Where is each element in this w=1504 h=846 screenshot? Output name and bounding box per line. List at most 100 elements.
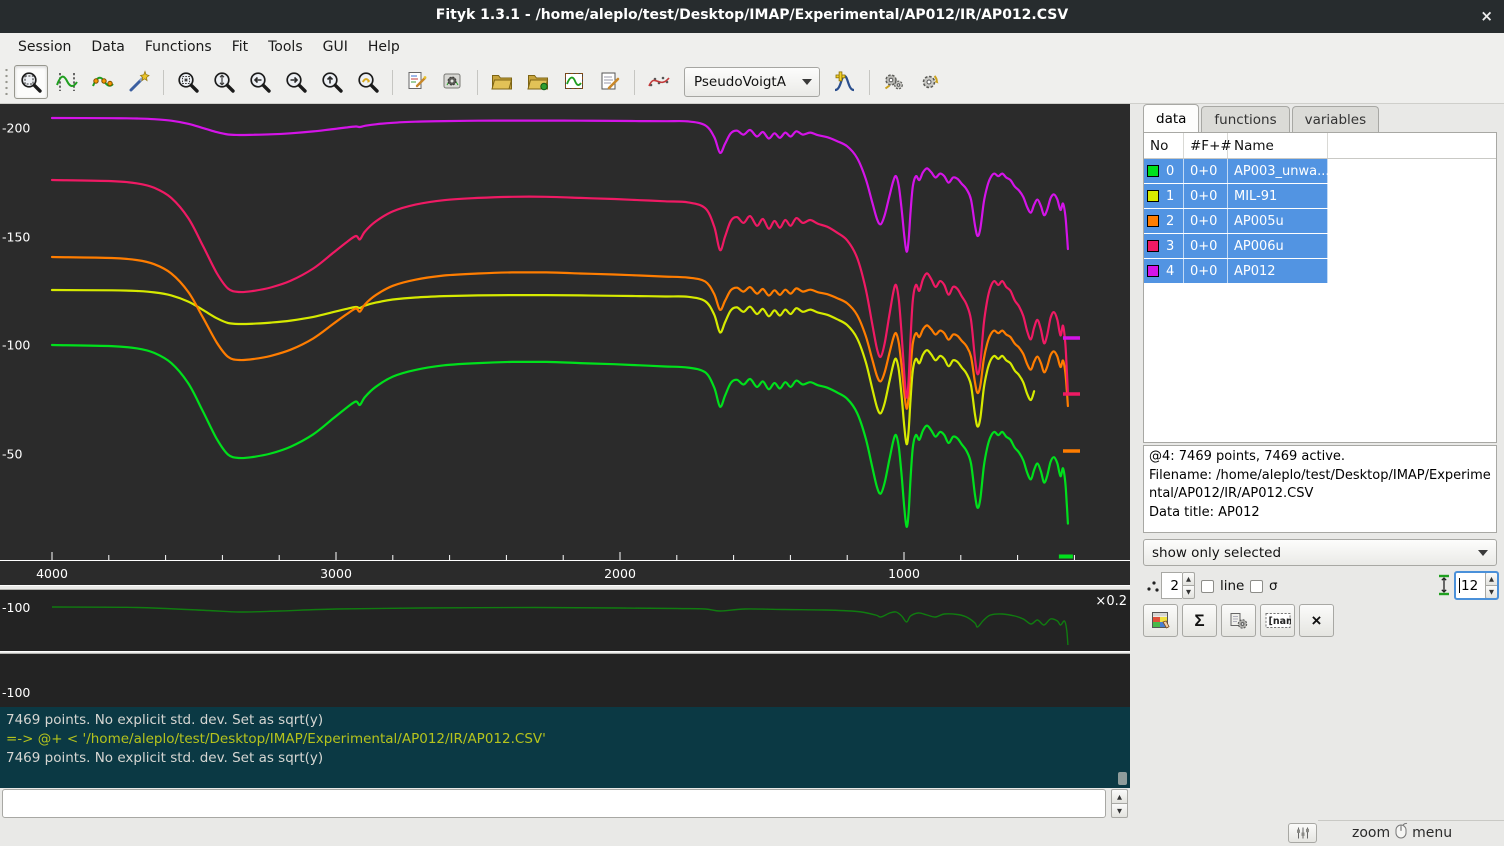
copy-gears-button[interactable] — [1221, 604, 1256, 637]
spin-up-icon[interactable]: ▲ — [1182, 572, 1195, 585]
dataset-f-cell[interactable]: 0+0 — [1184, 234, 1228, 258]
menu-tools[interactable]: Tools — [258, 36, 313, 58]
shift-value[interactable]: 12 — [1455, 572, 1485, 599]
delete-button[interactable]: × — [1299, 604, 1334, 637]
dataset-name-cell[interactable]: AP006u — [1228, 234, 1328, 258]
sigma-checkbox[interactable] — [1250, 580, 1263, 593]
aux-plot-2[interactable]: -100 — [0, 654, 1130, 707]
fit-run-button[interactable] — [877, 65, 911, 99]
panel-splitter[interactable] — [1130, 104, 1136, 846]
table-row[interactable]: 20+0AP005u — [1144, 209, 1496, 233]
table-row[interactable]: 00+0AP003_unwa... — [1144, 159, 1496, 183]
data-table[interactable]: No#F+#Name 00+0AP003_unwa...10+0MIL-9120… — [1143, 132, 1497, 443]
data-editor-button[interactable] — [1143, 604, 1178, 637]
dataset-number: 3 — [1166, 239, 1174, 254]
open-exec-button[interactable] — [521, 65, 555, 99]
spin-down-icon[interactable]: ▼ — [1111, 803, 1128, 818]
zoom-up-button[interactable] — [315, 65, 349, 99]
dataset-name-cell[interactable]: AP012 — [1228, 259, 1328, 283]
tab-functions[interactable]: functions — [1201, 106, 1289, 133]
save-session-button[interactable] — [593, 65, 627, 99]
aux-plot-1[interactable]: -100×0.2 — [0, 590, 1130, 651]
dataset-number-cell[interactable]: 3 — [1144, 234, 1184, 258]
zoom-right-button[interactable] — [279, 65, 313, 99]
main-plot[interactable]: 4000300020001000-200-150-100-50 — [0, 104, 1130, 585]
spectrum-curve — [52, 118, 1068, 252]
dataset-name-cell[interactable]: AP005u — [1228, 209, 1328, 233]
zoom-vert-button[interactable] — [207, 65, 241, 99]
table-row[interactable]: 40+0AP012 — [1144, 259, 1496, 283]
dataset-extra-cell — [1328, 259, 1496, 283]
point-size-value[interactable]: 2 — [1161, 572, 1182, 599]
zoom-left-icon — [248, 70, 272, 94]
spin-down-icon[interactable]: ▼ — [1182, 585, 1195, 599]
open-session-button[interactable] — [485, 65, 519, 99]
zoom-mode-button[interactable] — [14, 65, 48, 99]
dataset-f-cell[interactable]: 0+0 — [1184, 184, 1228, 208]
spin-up-icon[interactable]: ▲ — [1111, 789, 1128, 803]
dataset-color-swatch — [1147, 265, 1159, 277]
tab-data[interactable]: data — [1143, 104, 1199, 133]
dataset-name-cell[interactable]: MIL-91 — [1228, 184, 1328, 208]
point-size-spinner[interactable]: 2 ▲ ▼ — [1161, 572, 1195, 599]
tab-variables[interactable]: variables — [1292, 106, 1380, 133]
console-scrollbar-thumb[interactable] — [1118, 772, 1127, 785]
table-row[interactable]: 3 0+0AP006u — [1144, 234, 1496, 258]
output-console[interactable]: 7469 points. No explicit std. dev. Set a… — [0, 707, 1130, 788]
rename-button[interactable]: [nam — [1260, 604, 1295, 637]
dataset-f-cell[interactable]: 0+0 — [1184, 209, 1228, 233]
dataset-number-cell[interactable]: 0 — [1144, 159, 1184, 183]
spin-up-icon[interactable]: ▲ — [1485, 572, 1498, 585]
line-checkbox[interactable] — [1201, 580, 1214, 593]
dataset-number-cell[interactable]: 2 — [1144, 209, 1184, 233]
function-type-combobox[interactable]: PseudoVoigtA — [684, 67, 820, 97]
spin-down-icon[interactable]: ▼ — [1485, 585, 1498, 599]
menu-help[interactable]: Help — [358, 36, 410, 58]
aux-plot-1-canvas[interactable]: -100×0.2 — [0, 590, 1130, 651]
line-checkbox-group[interactable]: line — [1201, 578, 1244, 594]
toolbar-drag-handle[interactable] — [3, 69, 10, 95]
chevron-down-icon — [1478, 550, 1488, 556]
svg-text:3000: 3000 — [320, 566, 352, 581]
titlebar[interactable]: Fityk 1.3.1 - /home/aleplo/test/Desktop/… — [0, 0, 1504, 33]
wand-mode-button[interactable] — [122, 65, 156, 99]
script-run-button[interactable] — [436, 65, 470, 99]
shift-spinner[interactable]: 12 ▲ ▼ — [1455, 572, 1498, 599]
dataset-color-swatch — [1147, 190, 1159, 202]
zoom-all-button[interactable] — [171, 65, 205, 99]
dataset-f-cell[interactable]: 0+0 — [1184, 159, 1228, 183]
menu-gui[interactable]: GUI — [313, 36, 358, 58]
main-plot-canvas[interactable]: 4000300020001000-200-150-100-50 — [0, 104, 1130, 585]
guess-peak-button[interactable] — [642, 65, 676, 99]
aux-plot-2-canvas[interactable]: -100 — [0, 654, 1130, 707]
show-mode-dropdown[interactable]: show only selected — [1143, 539, 1497, 566]
close-icon[interactable]: × — [1480, 7, 1493, 25]
menu-data[interactable]: Data — [81, 36, 134, 58]
add-peak-button[interactable] — [828, 65, 862, 99]
fit-continue-button[interactable] — [913, 65, 947, 99]
column-header-no: No — [1144, 133, 1184, 158]
dataset-number-cell[interactable]: 4 — [1144, 259, 1184, 283]
table-row[interactable]: 10+0MIL-91 — [1144, 184, 1496, 208]
dataset-name-cell[interactable]: AP003_unwa... — [1228, 159, 1328, 183]
statusbar-config-button[interactable] — [1288, 823, 1317, 843]
command-history-spinner[interactable]: ▲ ▼ — [1111, 789, 1128, 818]
menu-session[interactable]: Session — [8, 36, 81, 58]
menu-fit[interactable]: Fit — [222, 36, 258, 58]
range-mode-button[interactable] — [50, 65, 84, 99]
export-image-button[interactable] — [557, 65, 591, 99]
dataset-f-cell[interactable]: 0+0 — [1184, 259, 1228, 283]
script-edit-icon — [405, 70, 429, 94]
dataset-number-cell[interactable]: 1 — [1144, 184, 1184, 208]
dataset-color-swatch — [1147, 165, 1159, 177]
zoom-left-button[interactable] — [243, 65, 277, 99]
open-session-icon — [490, 70, 514, 94]
sigma-checkbox-group[interactable]: σ — [1250, 578, 1278, 594]
script-edit-button[interactable] — [400, 65, 434, 99]
sum-button[interactable]: Σ — [1182, 604, 1217, 637]
zoom-undo-button[interactable] — [351, 65, 385, 99]
menu-functions[interactable]: Functions — [135, 36, 222, 58]
data-table-body[interactable]: 00+0AP003_unwa...10+0MIL-9120+0AP005u30+… — [1144, 159, 1496, 283]
command-input[interactable] — [2, 789, 1106, 818]
addpoint-mode-button[interactable] — [86, 65, 120, 99]
